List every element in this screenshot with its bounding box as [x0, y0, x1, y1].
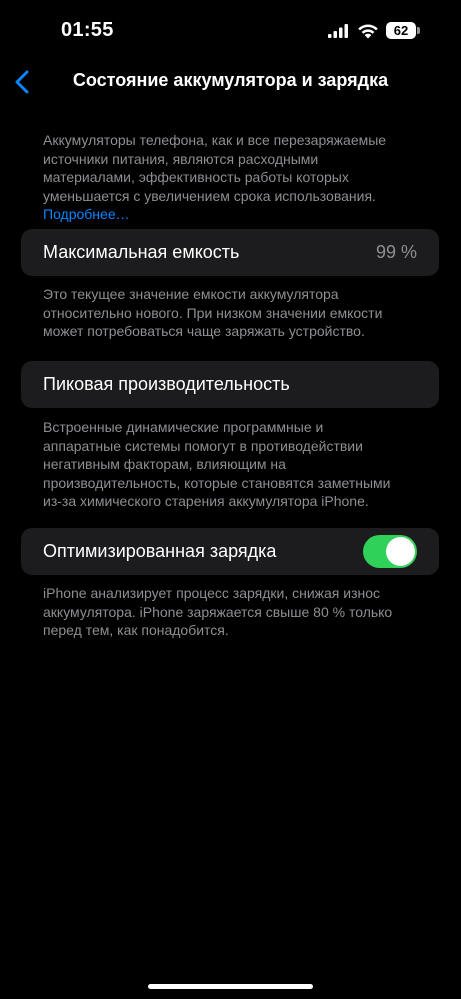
battery-tip	[417, 27, 420, 34]
max-capacity-footnote: Это текущее значение емкости аккумулятор…	[43, 286, 383, 339]
learn-more-link[interactable]: Подробнее…	[43, 206, 130, 222]
peak-performance-label: Пиковая производительность	[43, 374, 290, 394]
optimized-charging-toggle[interactable]	[363, 535, 417, 568]
peak-performance-row: Пиковая производительность	[21, 361, 439, 408]
max-capacity-row: Максимальная емкость 99 %	[21, 229, 439, 276]
battery-level: 62	[386, 22, 416, 39]
navigation-bar: Состояние аккумулятора и зарядка	[0, 60, 461, 104]
optimized-charging-label: Оптимизированная зарядка	[43, 541, 277, 561]
intro-text: Аккумуляторы телефона, как и все перезар…	[43, 131, 403, 224]
max-capacity-label: Максимальная емкость	[43, 242, 240, 262]
optimized-charging-row: Оптимизированная зарядка	[21, 528, 439, 575]
signal-icon	[328, 24, 348, 38]
home-indicator[interactable]	[148, 984, 313, 989]
toggle-knob	[386, 537, 415, 566]
battery-icon: 62	[386, 22, 420, 39]
optimized-charging-footnote: iPhone анализирует процесс зарядки, сниж…	[43, 585, 393, 638]
max-capacity-value: 99 %	[375, 242, 417, 262]
page-title: Состояние аккумулятора и зарядка	[72, 70, 389, 90]
status-time: 01:55	[61, 19, 114, 41]
wifi-icon	[358, 24, 378, 39]
peak-performance-footnote: Встроенные динамические программные и ап…	[43, 419, 391, 509]
status-bar: 01:55 62	[0, 0, 461, 64]
intro-description: Аккумуляторы телефона, как и все перезар…	[43, 132, 387, 204]
